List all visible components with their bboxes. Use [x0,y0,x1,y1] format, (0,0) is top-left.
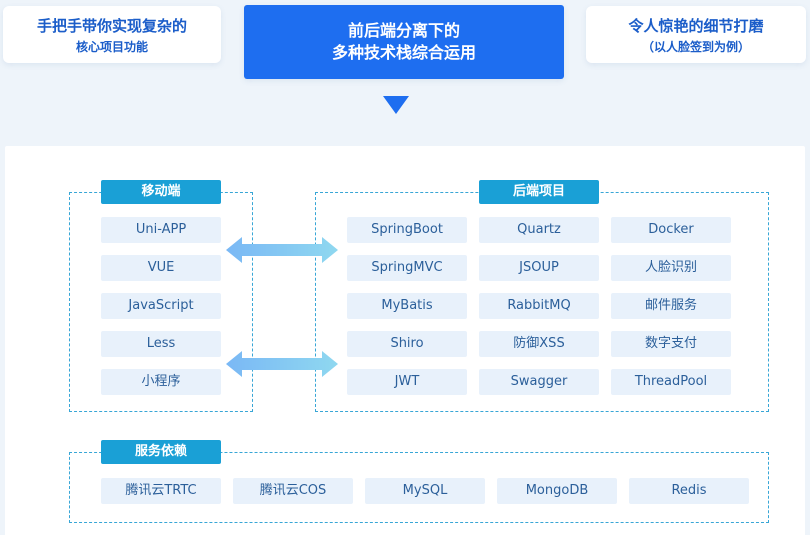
mobile-tech-chip: Less [101,331,221,357]
services-group-title: 服务依赖 [101,440,221,464]
feature-card-details-line1: 令人惊艳的细节打磨 [628,17,764,35]
mobile-group-title: 移动端 [101,180,221,204]
feature-card-core: 手把手带你实现复杂的 核心项目功能 [3,6,221,63]
service-dependency-chip: 腾讯云TRTC [101,478,221,504]
feature-card-details: 令人惊艳的细节打磨 （以人脸签到为例） [586,6,806,63]
backend-tech-chip: MyBatis [347,293,467,319]
feature-card-core-line2: 核心项目功能 [75,40,148,54]
double-arrow-icon-bottom [226,351,338,377]
backend-tech-chip: Swagger [479,369,599,395]
feature-card-details-line2: （以人脸签到为例） [641,40,750,54]
mobile-tech-chip: Uni-APP [101,217,221,243]
service-dependency-chip: 腾讯云COS [233,478,353,504]
down-arrow-icon [383,96,409,114]
service-dependency-chip: Redis [629,478,749,504]
backend-group-title: 后端项目 [479,180,599,204]
backend-tech-chip: Shiro [347,331,467,357]
double-arrow-icon-top [226,237,338,263]
backend-tech-chip: 人脸识别 [611,255,731,281]
feature-card-tech-stack: 前后端分离下的 多种技术栈综合运用 [244,5,564,79]
mobile-tech-chip: VUE [101,255,221,281]
service-dependency-chip: MongoDB [497,478,617,504]
feature-card-core-line1: 手把手带你实现复杂的 [36,17,187,35]
feature-card-tech-stack-line2: 多种技术栈综合运用 [331,43,476,62]
backend-tech-chip: SpringMVC [347,255,467,281]
backend-tech-chip: JWT [347,369,467,395]
feature-card-tech-stack-line1: 前后端分离下的 [347,21,460,40]
backend-tech-chip: JSOUP [479,255,599,281]
service-dependency-chip: MySQL [365,478,485,504]
backend-tech-chip: 邮件服务 [611,293,731,319]
backend-tech-chip: 防御XSS [479,331,599,357]
backend-tech-chip: SpringBoot [347,217,467,243]
mobile-tech-chip: 小程序 [101,369,221,395]
backend-tech-chip: ThreadPool [611,369,731,395]
backend-tech-chip: Docker [611,217,731,243]
mobile-tech-chip: JavaScript [101,293,221,319]
backend-tech-chip: Quartz [479,217,599,243]
backend-tech-chip: 数字支付 [611,331,731,357]
backend-tech-chip: RabbitMQ [479,293,599,319]
